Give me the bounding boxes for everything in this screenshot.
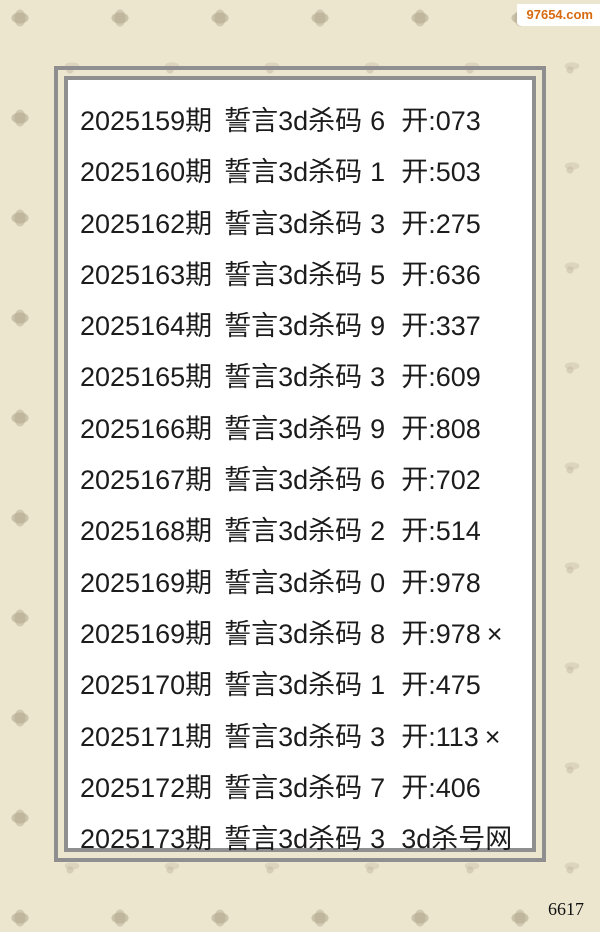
record-period: 2025165期 <box>80 362 213 393</box>
record-label: 誓言3d杀码 <box>224 824 363 855</box>
record-label: 誓言3d杀码 <box>224 721 363 752</box>
record-label: 誓言3d杀码 <box>224 670 363 701</box>
record-kill-code: 8 <box>370 618 386 649</box>
record-label: 誓言3d杀码 <box>224 772 363 803</box>
record-label: 誓言3d杀码 <box>224 362 363 393</box>
record-kill-code: 6 <box>370 465 386 496</box>
record-kill-code: 3 <box>370 362 386 393</box>
record-kill-code: 3 <box>370 824 386 855</box>
record-kill-code: 5 <box>370 259 386 290</box>
record-row: 2025160期 誓言3d杀码 1 开:503 <box>80 147 532 198</box>
record-result: 开:475 <box>401 670 481 701</box>
record-kill-code: 3 <box>370 208 386 239</box>
record-result: 开:113 <box>401 721 479 752</box>
record-frame: 2025159期 誓言3d杀码 6 开:073 2025160期 誓言3d杀码 1 开:503… <box>54 66 546 862</box>
record-result: 开:337 <box>401 311 481 342</box>
record-row: 2025169期 誓言3d杀码 0 开:978 <box>80 558 532 609</box>
record-kill-code: 0 <box>370 567 386 598</box>
record-row: 2025165期 誓言3d杀码 3 开:609 <box>80 352 532 403</box>
record-result: 开:978 <box>401 567 481 598</box>
record-label: 誓言3d杀码 <box>224 208 363 239</box>
record-row: 2025172期 誓言3d杀码 7 开:406 <box>80 763 532 814</box>
record-kill-code: 3 <box>370 721 386 752</box>
record-result: 开:275 <box>401 208 481 239</box>
record-period: 2025163期 <box>80 259 213 290</box>
record-label: 誓言3d杀码 <box>224 311 363 342</box>
record-period: 2025160期 <box>80 157 213 188</box>
record-result: 开:702 <box>401 465 481 496</box>
record-result: 开:073 <box>401 106 481 136</box>
record-period: 2025166期 <box>80 413 213 444</box>
page-number: 6617 <box>548 899 584 919</box>
record-period: 2025159期 <box>80 106 213 136</box>
record-label: 誓言3d杀码 <box>224 618 363 649</box>
record-label: 誓言3d杀码 <box>224 516 363 547</box>
record-row: 2025164期 誓言3d杀码 9 开:337 <box>80 301 532 352</box>
record-result: 开:978 <box>401 618 481 649</box>
record-period: 2025167期 <box>80 465 213 496</box>
record-label: 誓言3d杀码 <box>224 157 363 188</box>
record-row: 2025170期 誓言3d杀码 1 开:475 <box>80 660 532 711</box>
record-panel: 2025159期 誓言3d杀码 6 开:073 2025160期 誓言3d杀码 1 开:503… <box>64 76 536 854</box>
record-miss-mark: × <box>486 618 503 649</box>
record-result: 3d杀号网 <box>401 824 513 855</box>
record-period: 2025171期 <box>80 721 213 752</box>
record-period: 2025169期 <box>80 618 213 649</box>
record-row: 2025166期 誓言3d杀码 9 开:808 <box>80 404 532 455</box>
record-kill-code: 1 <box>370 157 386 188</box>
record-row: 2025173期 誓言3d杀码 3 3d杀号网 <box>80 814 532 865</box>
record-kill-code: 9 <box>370 311 386 342</box>
record-row: 2025168期 誓言3d杀码 2 开:514 <box>80 506 532 557</box>
record-period: 2025172期 <box>80 772 213 803</box>
record-period: 2025162期 <box>80 208 213 239</box>
record-row: 2025167期 誓言3d杀码 6 开:702 <box>80 455 532 506</box>
record-result: 开:406 <box>401 772 481 803</box>
record-kill-code: 9 <box>370 413 386 444</box>
record-result: 开:514 <box>401 516 481 547</box>
site-watermark: 97654.com <box>516 4 600 26</box>
record-period: 2025170期 <box>80 670 213 701</box>
record-period: 2025164期 <box>80 311 213 342</box>
record-label: 誓言3d杀码 <box>224 465 363 496</box>
record-label: 誓言3d杀码 <box>224 259 363 290</box>
record-label: 誓言3d杀码 <box>224 106 363 136</box>
record-result: 开:636 <box>401 259 481 290</box>
record-label: 誓言3d杀码 <box>224 413 363 444</box>
record-miss-mark: × <box>484 721 501 752</box>
record-row: 2025169期 誓言3d杀码 8 开:978 × <box>80 609 532 660</box>
record-kill-code: 7 <box>370 772 386 803</box>
record-row: 2025171期 誓言3d杀码 3 开:113 × <box>80 712 532 763</box>
record-period: 2025168期 <box>80 516 213 547</box>
record-label: 誓言3d杀码 <box>224 567 363 598</box>
record-result: 开:609 <box>401 362 481 393</box>
record-row: 2025159期 誓言3d杀码 6 开:073 <box>80 96 532 147</box>
record-result: 开:808 <box>401 413 481 444</box>
record-list: 2025159期 誓言3d杀码 6 开:073 2025160期 誓言3d杀码 1 开:503… <box>80 96 532 865</box>
record-result: 开:503 <box>401 157 481 188</box>
record-kill-code: 1 <box>370 670 386 701</box>
record-row: 2025163期 誓言3d杀码 5 开:636 <box>80 250 532 301</box>
record-period: 2025169期 <box>80 567 213 598</box>
record-kill-code: 2 <box>370 516 386 547</box>
record-row: 2025162期 誓言3d杀码 3 开:275 <box>80 199 532 250</box>
record-period: 2025173期 <box>80 824 213 855</box>
record-kill-code: 6 <box>370 106 386 136</box>
